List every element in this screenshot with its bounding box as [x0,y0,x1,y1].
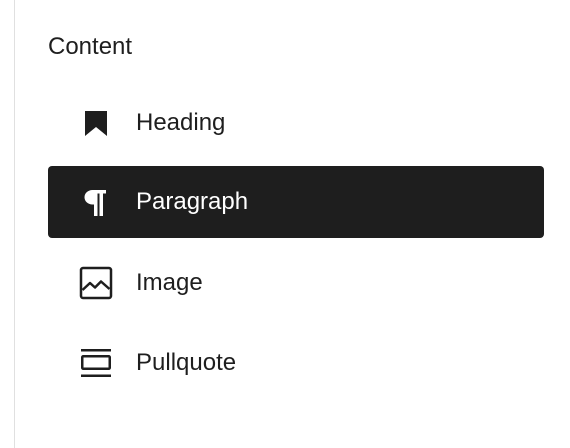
block-item-label: Image [136,269,203,296]
pilcrow-icon [78,184,114,220]
block-item-label: Paragraph [136,188,249,215]
block-item-image[interactable]: Image [48,247,544,319]
block-item-label: Pullquote [136,349,237,376]
panel-divider [0,0,15,448]
block-item-pullquote[interactable]: Pullquote [48,327,544,399]
block-item-heading[interactable]: Heading [48,87,544,159]
block-item-paragraph[interactable]: Paragraph [48,166,544,238]
pullquote-icon [78,345,114,381]
bookmark-icon [78,105,114,141]
block-item-label: Heading [136,109,226,136]
section-title: Content [48,33,133,60]
image-icon [78,265,114,301]
